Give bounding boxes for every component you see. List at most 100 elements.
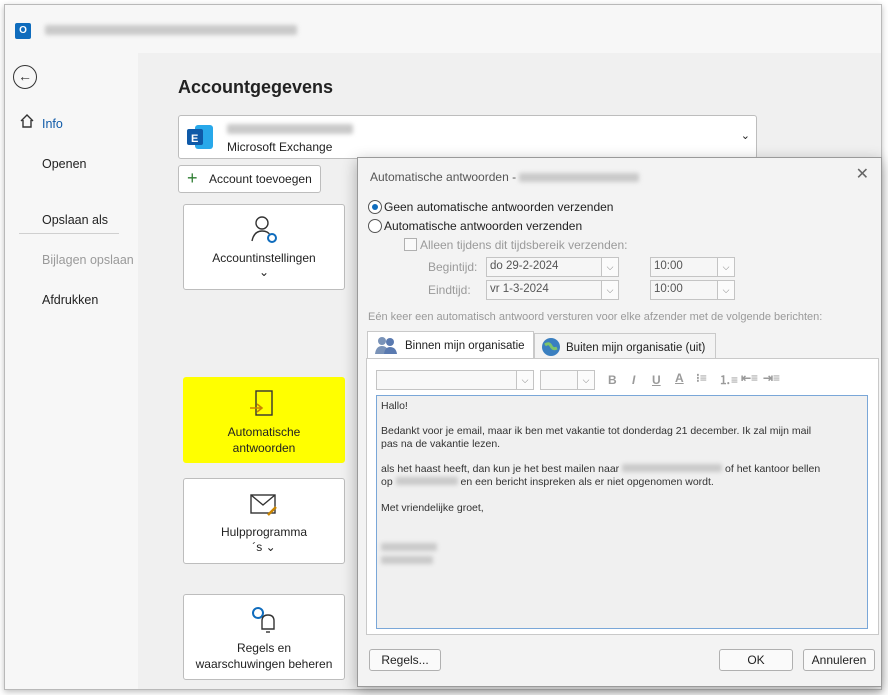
- people-icon: [375, 337, 397, 354]
- home-icon: [20, 114, 34, 128]
- rules-label-2: waarschuwingen beheren: [195, 657, 333, 671]
- add-account-label: Account toevoegen: [209, 172, 312, 186]
- start-time-label: Begintijd:: [428, 260, 478, 274]
- start-time-select[interactable]: 10:00 ⌵: [650, 257, 735, 277]
- radio-no-auto-replies-label: Geen automatische antwoorden verzenden: [384, 200, 614, 214]
- nav-item-afdrukken[interactable]: Afdrukken: [42, 293, 98, 307]
- cancel-button[interactable]: Annuleren: [803, 649, 875, 671]
- auto-replies-label-1: Automatische: [227, 425, 301, 439]
- redacted-signature-1: [381, 543, 437, 551]
- bold-icon[interactable]: B: [608, 373, 617, 387]
- tab-outside-organization[interactable]: Buiten mijn organisatie (uit): [534, 333, 716, 360]
- message-line-4-end: en een bericht inspreken als er niet opg…: [460, 476, 714, 488]
- rules-label-1: Regels en: [236, 641, 292, 655]
- message-line-3: als het haast heeft, dan kun je het best…: [381, 463, 820, 475]
- tab-inside-label: Binnen mijn organisatie: [405, 340, 525, 352]
- underline-icon[interactable]: U: [652, 373, 661, 387]
- account-settings-icon: [251, 216, 277, 243]
- nav-item-bijlagen-opslaan: Bijlagen opslaan: [42, 253, 134, 267]
- auto-replies-tile[interactable]: Automatische antwoorden: [183, 377, 345, 463]
- radio-send-auto-replies-label: Automatische antwoorden verzenden: [384, 219, 583, 233]
- font-color-icon[interactable]: A: [675, 371, 684, 385]
- end-date-select[interactable]: vr 1-3-2024 ⌵: [486, 280, 619, 300]
- tools-tile[interactable]: Hulpprogramma ´s ⌄: [183, 478, 345, 564]
- end-time-value: 10:00: [654, 283, 683, 295]
- nav-item-openen[interactable]: Openen: [42, 157, 86, 171]
- dialog-title-text: Automatische antwoorden -: [370, 170, 520, 184]
- message-line-2: pas na de vakantie lezen.: [381, 438, 501, 450]
- chevron-down-icon: ⌵: [577, 371, 594, 389]
- start-time-value: 10:00: [654, 260, 683, 272]
- chevron-down-icon: ⌄: [740, 130, 750, 142]
- redacted-email: [622, 464, 723, 472]
- auto-reply-door-icon: [250, 390, 273, 416]
- nav-divider: [19, 233, 119, 234]
- timerange-label: Alleen tijdens dit tijdsbereik verzenden…: [420, 238, 628, 252]
- ok-button[interactable]: OK: [719, 649, 793, 671]
- message-greeting: Hallo!: [381, 400, 408, 412]
- end-time-label: Eindtijd:: [428, 283, 471, 297]
- chevron-down-icon: ⌵: [601, 281, 618, 299]
- account-selector[interactable]: E Microsoft Exchange ⌄: [178, 115, 757, 159]
- auto-replies-dialog: Automatische antwoorden - ✕ Geen automat…: [357, 157, 882, 687]
- nav-item-info[interactable]: Info: [42, 117, 63, 131]
- close-icon[interactable]: ✕: [856, 164, 869, 184]
- tools-label-2: ´s ⌄: [252, 540, 276, 554]
- end-time-select[interactable]: 10:00 ⌵: [650, 280, 735, 300]
- exchange-icon: E: [187, 125, 213, 149]
- rules-bell-icon: [252, 607, 275, 633]
- backstage-nav: ← Info Openen Opslaan als Bijlagen opsla…: [5, 53, 138, 689]
- rules-button[interactable]: Regels...: [369, 649, 441, 671]
- bullet-list-icon[interactable]: ⁝≡: [696, 371, 707, 385]
- message-panel: ⌵ ⌵ B I U A ⁝≡ ⒈≡ ⇤≡ ⇥≡ Hallo! Bedankt v…: [366, 358, 879, 635]
- svg-text:E: E: [191, 133, 198, 145]
- mail-tools-icon: [250, 494, 277, 516]
- dialog-title: Automatische antwoorden -: [370, 170, 640, 184]
- tab-inside-organization[interactable]: Binnen mijn organisatie: [367, 331, 534, 359]
- rules-tile[interactable]: Regels en waarschuwingen beheren: [183, 594, 345, 680]
- once-per-sender-text: Eén keer een automatisch antwoord verstu…: [368, 311, 823, 323]
- dialog-title-account: [519, 173, 640, 183]
- back-arrow-icon[interactable]: ←: [13, 65, 37, 89]
- end-date-value: vr 1-3-2024: [490, 283, 549, 295]
- auto-replies-label-2: antwoorden: [232, 441, 296, 455]
- radio-send-auto-replies[interactable]: [368, 219, 382, 233]
- window-title: [45, 25, 297, 35]
- page-title: Accountgegevens: [178, 77, 334, 97]
- plus-icon: +: [187, 168, 198, 188]
- account-settings-tile[interactable]: Accountinstellingen ⌄: [183, 204, 345, 290]
- font-select[interactable]: ⌵: [376, 370, 534, 390]
- outlook-icon: O: [15, 23, 31, 39]
- chevron-down-icon: ⌵: [717, 258, 734, 276]
- title-bar: O: [5, 5, 881, 53]
- globe-icon: [542, 338, 560, 356]
- account-email: [227, 124, 353, 134]
- radio-no-auto-replies[interactable]: [368, 200, 382, 214]
- message-line-4: op en een bericht inspreken als er niet …: [381, 476, 714, 488]
- increase-indent-icon[interactable]: ⇥≡: [763, 371, 780, 385]
- message-line-3-start: als het haast heeft, dan kun je het best…: [381, 463, 620, 475]
- chevron-down-icon: ⌄: [258, 265, 270, 279]
- message-closing: Met vriendelijke groet,: [381, 502, 484, 514]
- nav-item-opslaan-als[interactable]: Opslaan als: [42, 213, 108, 227]
- start-date-select[interactable]: do 29-2-2024 ⌵: [486, 257, 619, 277]
- decrease-indent-icon[interactable]: ⇤≡: [741, 371, 758, 385]
- account-type: Microsoft Exchange: [227, 140, 333, 154]
- chevron-down-icon: ⌵: [516, 371, 533, 389]
- message-line-3-end: of het kantoor bellen: [725, 463, 821, 475]
- chevron-down-icon: ⌵: [717, 281, 734, 299]
- chevron-down-icon: ⌵: [601, 258, 618, 276]
- timerange-checkbox[interactable]: [404, 238, 417, 251]
- message-editor[interactable]: Hallo! Bedankt voor je email, maar ik be…: [376, 395, 868, 629]
- message-line-4-start: op: [381, 476, 393, 488]
- font-size-select[interactable]: ⌵: [540, 370, 595, 390]
- redacted-signature-2: [381, 556, 433, 564]
- tab-outside-label: Buiten mijn organisatie (uit): [566, 342, 706, 354]
- tools-label-1: Hulpprogramma: [220, 525, 308, 539]
- numbered-list-icon[interactable]: ⒈≡: [719, 371, 738, 388]
- start-date-value: do 29-2-2024: [490, 260, 559, 272]
- italic-icon[interactable]: I: [632, 373, 635, 387]
- redacted-phone: [395, 477, 458, 485]
- add-account-button[interactable]: + Account toevoegen: [178, 165, 321, 193]
- message-line-1: Bedankt voor je email, maar ik ben met v…: [381, 425, 812, 437]
